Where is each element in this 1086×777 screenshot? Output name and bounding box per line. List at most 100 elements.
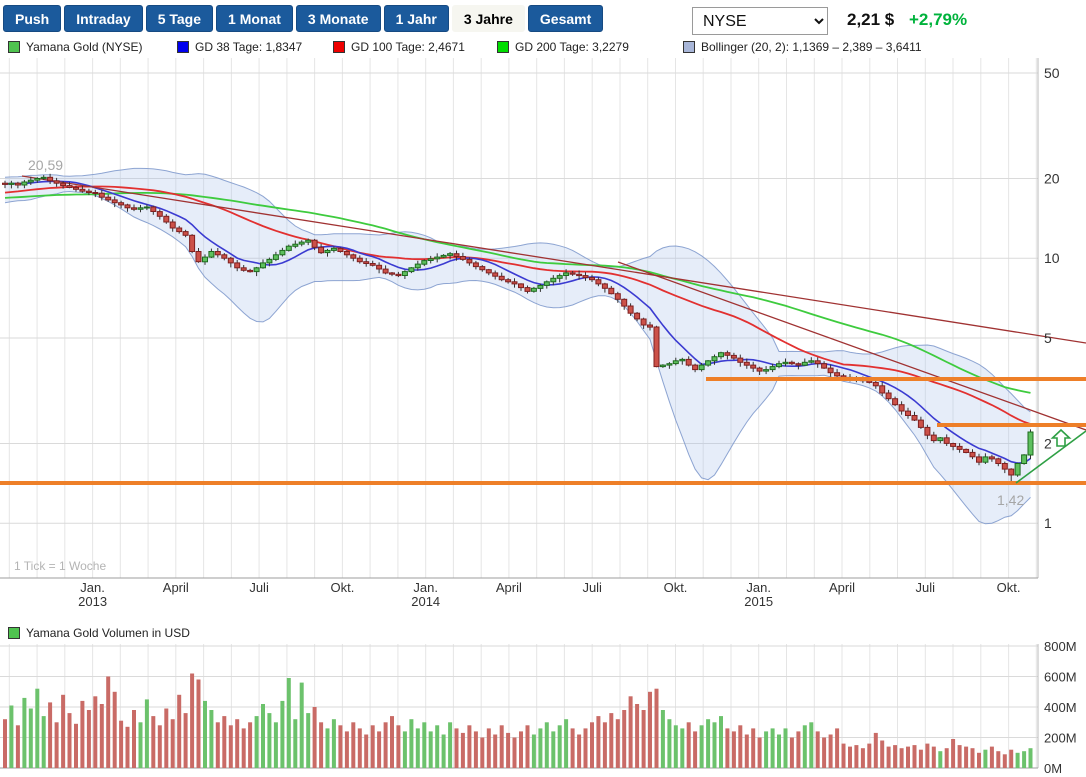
timeframe-button-push[interactable]: Push: [3, 5, 62, 32]
candle: [711, 356, 718, 362]
candle: [498, 275, 505, 281]
candle: [208, 251, 215, 258]
candle: [956, 445, 963, 450]
volume-legend: Yamana Gold Volumen in USD: [8, 626, 190, 640]
price-change: +2,79%: [909, 10, 968, 29]
volume-bar: [512, 737, 517, 768]
volume-tick-label: 200M: [1044, 731, 1077, 746]
volume-bar: [383, 722, 388, 769]
x-tick-year: 2013: [78, 594, 107, 609]
volume-bar: [441, 734, 446, 768]
timeframe-button-1-jahr[interactable]: 1 Jahr: [383, 5, 449, 32]
y-tick-label: 5: [1044, 330, 1052, 346]
volume-bar: [267, 713, 272, 768]
volume-bar: [396, 725, 401, 768]
volume-bar: [744, 734, 749, 768]
candle: [60, 182, 67, 187]
volume-bar: [370, 725, 375, 768]
volume-bar: [635, 704, 640, 768]
volume-bar: [299, 682, 304, 768]
candle: [369, 263, 376, 266]
candle: [905, 410, 911, 417]
volume-bar: [938, 751, 943, 768]
volume-bar: [615, 719, 620, 768]
candle: [982, 456, 989, 463]
candle: [21, 181, 28, 186]
candle: [169, 221, 176, 229]
candle: [666, 363, 673, 366]
candle: [1021, 454, 1028, 464]
volume-bar: [557, 725, 562, 768]
volume-bar: [544, 722, 549, 769]
volume-bar: [28, 708, 33, 768]
volume-bar: [428, 731, 433, 768]
volume-bar: [177, 694, 182, 768]
volume-bar: [525, 725, 530, 768]
legend-swatch: [683, 41, 695, 53]
volume-bar: [493, 734, 498, 768]
candle: [963, 448, 970, 453]
volume-bar: [473, 731, 478, 768]
timeframe-button-3-jahre[interactable]: 3 Jahre: [451, 5, 525, 32]
volume-bar: [144, 699, 149, 768]
volume-bar: [564, 719, 569, 768]
timeframe-button-5-tage[interactable]: 5 Tage: [145, 5, 214, 32]
legend-label: Yamana Gold (NYSE): [26, 40, 143, 54]
candle: [885, 392, 892, 400]
candle: [47, 176, 54, 182]
volume-bar: [764, 731, 769, 768]
legend-swatch: [177, 41, 189, 53]
volume-bar: [822, 737, 827, 768]
volume-bar: [1002, 754, 1007, 768]
timeframe-button-intraday[interactable]: Intraday: [64, 5, 143, 32]
candle: [389, 272, 395, 275]
exchange-select-wrap: NYSE: [692, 7, 828, 35]
candle: [556, 275, 563, 279]
volume-bar: [48, 702, 53, 768]
candle: [756, 367, 763, 372]
timeframe-button-1-monat[interactable]: 1 Monat: [216, 5, 293, 32]
volume-bar: [951, 739, 956, 768]
candle: [563, 272, 570, 276]
volume-bar: [357, 728, 362, 768]
volume-bar: [899, 748, 904, 768]
volume-bar: [673, 725, 678, 768]
candle: [337, 247, 344, 253]
x-tick-label: Juli: [249, 580, 269, 595]
candle: [1001, 463, 1008, 470]
candle: [343, 251, 350, 256]
exchange-select[interactable]: NYSE: [692, 7, 828, 35]
volume-bar: [789, 737, 794, 768]
volume-bar: [15, 725, 20, 768]
volume-bar: [280, 700, 285, 768]
candle: [111, 199, 118, 204]
candle: [821, 363, 828, 369]
volume-legend-swatch: [8, 627, 20, 639]
candle: [227, 257, 234, 264]
candle: [472, 262, 479, 268]
candle: [8, 182, 15, 185]
timeframe-button-3-monate[interactable]: 3 Monate: [295, 5, 381, 32]
candle: [118, 202, 125, 206]
candle: [763, 369, 770, 372]
volume-bar: [9, 705, 14, 768]
volume-bar: [402, 731, 407, 768]
volume-bar: [886, 746, 891, 768]
candle: [943, 437, 950, 444]
volume-bar: [241, 728, 246, 768]
volume-bar: [609, 713, 614, 768]
candle: [143, 206, 150, 209]
candle: [363, 261, 370, 265]
x-tick-label: April: [496, 580, 522, 595]
candle: [414, 263, 421, 269]
volume-bar: [693, 731, 698, 768]
tick-note: 1 Tick = 1 Woche: [14, 559, 106, 573]
volume-bar: [841, 743, 846, 768]
candle: [679, 358, 686, 362]
price-chart: 502010521Jan.2013April Juli Okt. Jan.2014Ap…: [0, 58, 1086, 609]
candle: [221, 254, 228, 259]
volume-bar: [422, 722, 427, 769]
candle: [79, 188, 86, 192]
timeframe-button-gesamt[interactable]: Gesamt: [527, 5, 604, 32]
legend-label: GD 200 Tage: 3,2279: [515, 40, 629, 54]
